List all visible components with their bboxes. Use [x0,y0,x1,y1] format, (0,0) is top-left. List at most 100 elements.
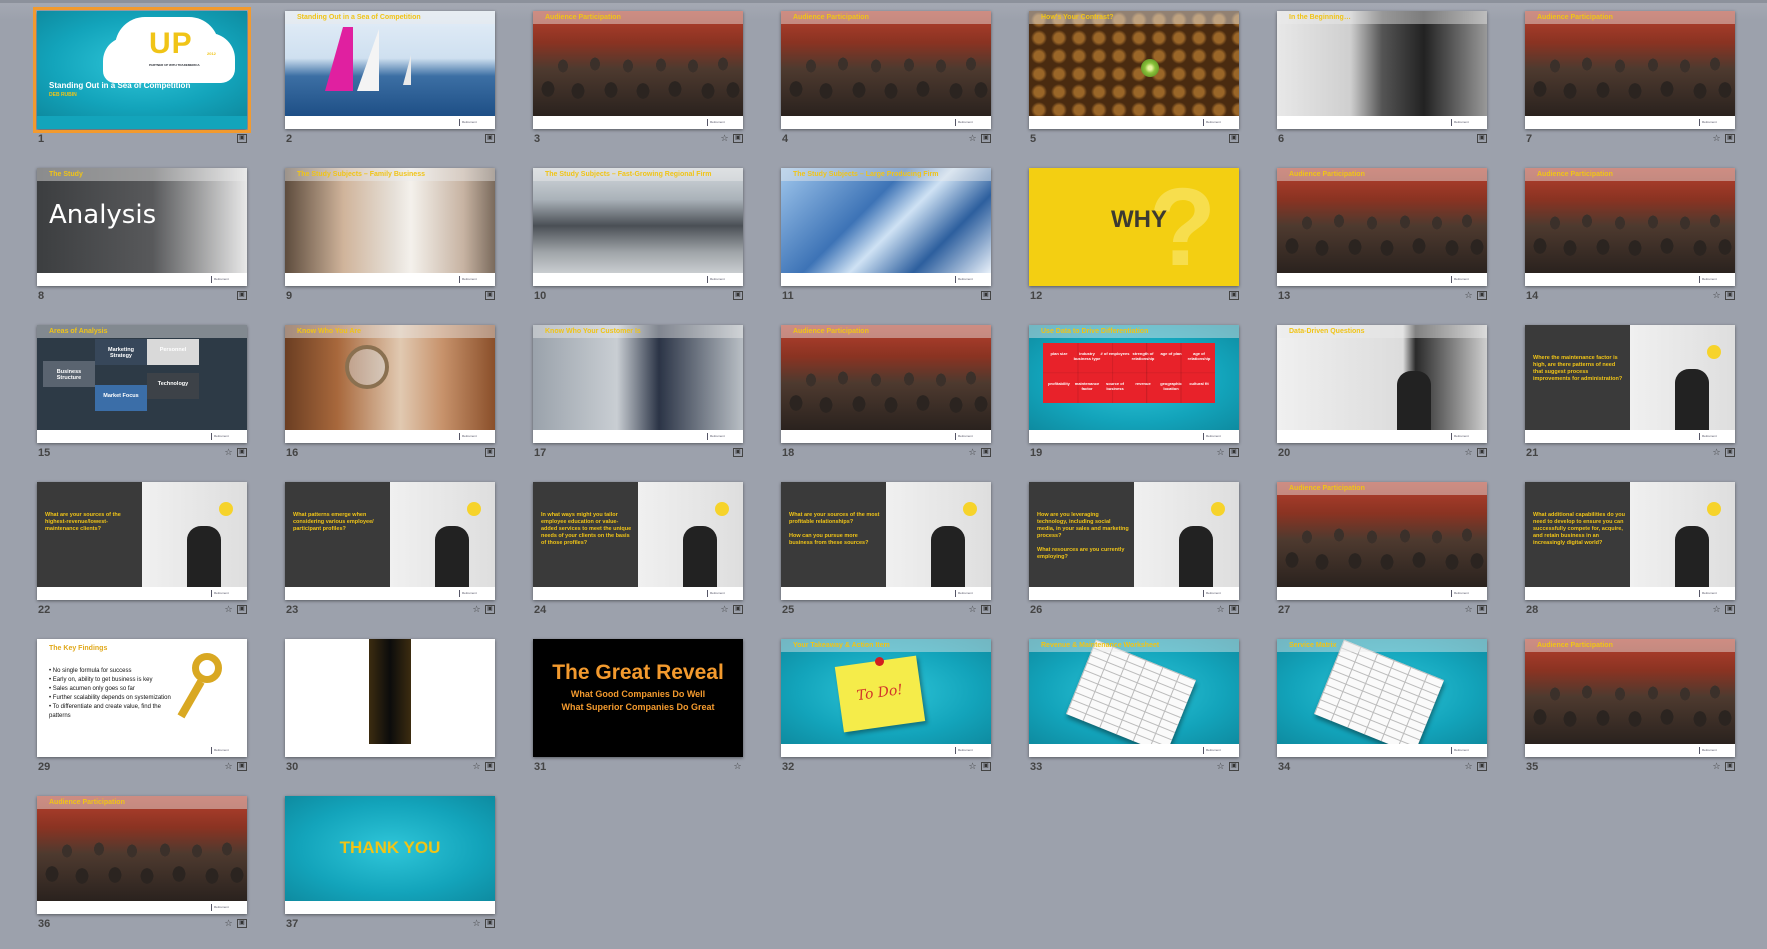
slide-icon[interactable]: ▣ [981,291,991,300]
slide-preview[interactable]: What are your sources of the most profit… [781,482,991,600]
slide-thumbnail-10[interactable]: The Study Subjects – Fast-Growing Region… [533,168,743,308]
star-icon[interactable]: ☆ [1215,447,1226,458]
slide-icon[interactable]: ▣ [485,919,495,928]
slide-icon[interactable]: ▣ [237,919,247,928]
slide-preview[interactable] [285,639,495,757]
slide-preview[interactable]: Areas of Analysis Marketing Strategy Perso… [37,325,247,443]
star-icon[interactable]: ☆ [1463,290,1474,301]
slide-icon[interactable]: ▣ [733,448,743,457]
star-icon[interactable]: ☆ [1463,447,1474,458]
slide-icon[interactable]: ▣ [1477,134,1487,143]
star-icon[interactable]: ☆ [719,133,730,144]
slide-thumbnail-32[interactable]: Your Takeaway & Action Item To Do! Retirem… [781,639,991,779]
slide-icon[interactable]: ▣ [981,762,991,771]
slide-thumbnail-12[interactable]: ? WHY 12 ▣ [1029,168,1239,308]
slide-thumbnail-14[interactable]: Audience Participation Retirement 14 ☆ ▣ [1525,168,1735,308]
slide-preview[interactable]: Audience Participation Retirement [781,325,991,443]
slide-preview[interactable]: Data-Driven Questions Retirement [1277,325,1487,443]
slide-thumbnail-2[interactable]: Standing Out in a Sea of Competition Reti… [285,11,495,151]
slide-preview[interactable]: How are you leveraging technology, inclu… [1029,482,1239,600]
star-icon[interactable]: ☆ [719,604,730,615]
star-icon[interactable]: ☆ [223,761,234,772]
slide-icon[interactable]: ▣ [1477,291,1487,300]
slide-thumbnail-31[interactable]: The Great Reveal What Good Companies Do W… [533,639,743,779]
slide-icon[interactable]: ▣ [237,134,247,143]
slide-preview[interactable]: Service Matrix Retirement [1277,639,1487,757]
slide-icon[interactable]: ▣ [237,448,247,457]
slide-preview[interactable]: THANK YOU [285,796,495,914]
slide-thumbnail-9[interactable]: The Study Subjects – Family Business Reti… [285,168,495,308]
star-icon[interactable]: ☆ [1711,133,1722,144]
star-icon[interactable]: ☆ [223,447,234,458]
slide-icon[interactable]: ▣ [733,605,743,614]
slide-thumbnail-5[interactable]: How's Your Contrast? Retirement 5 ▣ [1029,11,1239,151]
slide-preview[interactable]: In what ways might you tailor employee e… [533,482,743,600]
slide-icon[interactable]: ▣ [237,762,247,771]
slide-icon[interactable]: ▣ [981,134,991,143]
star-icon[interactable]: ☆ [967,133,978,144]
slide-thumbnail-21[interactable]: Where the maintenance factor is high, ar… [1525,325,1735,465]
slide-icon[interactable]: ▣ [1477,762,1487,771]
slide-preview[interactable]: What additional capabilities do you need… [1525,482,1735,600]
slide-icon[interactable]: ▣ [485,448,495,457]
slide-preview[interactable]: Know Who Your Customer Is Retirement [533,325,743,443]
slide-preview[interactable]: The Study Subjects – Large Producing Fir… [781,168,991,286]
slide-icon[interactable]: ▣ [981,448,991,457]
slide-icon[interactable]: ▣ [1725,134,1735,143]
slide-preview[interactable]: The Great Reveal What Good Companies Do W… [533,639,743,757]
slide-thumbnail-29[interactable]: The Key Findings No single formula for su… [37,639,247,779]
star-icon[interactable]: ☆ [732,761,743,772]
slide-thumbnail-30[interactable]: 30 ☆ ▣ [285,639,495,779]
slide-preview[interactable]: How's Your Contrast? Retirement [1029,11,1239,129]
slide-icon[interactable]: ▣ [1477,605,1487,614]
slide-preview[interactable]: Revenue & Maintenance Worksheet Retiremen… [1029,639,1239,757]
slide-icon[interactable]: ▣ [237,605,247,614]
slide-thumbnail-17[interactable]: Know Who Your Customer Is Retirement 17 ▣ [533,325,743,465]
slide-preview[interactable]: UP 2012 PARTNER UP WITH TRADEMERICA Standin… [33,7,251,133]
slide-icon[interactable]: ▣ [1229,762,1239,771]
star-icon[interactable]: ☆ [223,918,234,929]
slide-preview[interactable]: The Study Subjects – Fast-Growing Region… [533,168,743,286]
slide-thumbnail-11[interactable]: The Study Subjects – Large Producing Fir… [781,168,991,308]
slide-icon[interactable]: ▣ [1229,134,1239,143]
slide-icon[interactable]: ▣ [485,762,495,771]
slide-thumbnail-1[interactable]: UP 2012 PARTNER UP WITH TRADEMERICA Standin… [33,7,251,151]
slide-icon[interactable]: ▣ [1725,605,1735,614]
star-icon[interactable]: ☆ [1711,447,1722,458]
slide-preview[interactable]: Audience Participation Retirement [533,11,743,129]
slide-icon[interactable]: ▣ [1725,762,1735,771]
slide-preview[interactable]: Audience Participation Retirement [1525,11,1735,129]
slide-preview[interactable]: Standing Out in a Sea of Competition Reti… [285,11,495,129]
slide-thumbnail-20[interactable]: Data-Driven Questions Retirement 20 ☆ ▣ [1277,325,1487,465]
star-icon[interactable]: ☆ [967,761,978,772]
slide-preview[interactable]: Audience Participation Retirement [1525,168,1735,286]
slide-preview[interactable]: In the Beginning… Retirement [1277,11,1487,129]
star-icon[interactable]: ☆ [967,604,978,615]
slide-icon[interactable]: ▣ [1229,605,1239,614]
slide-icon[interactable]: ▣ [485,605,495,614]
slide-preview[interactable]: The Study Analysis Retirement [37,168,247,286]
slide-thumbnail-27[interactable]: Audience Participation Retirement 27 ☆ ▣ [1277,482,1487,622]
slide-preview[interactable]: Your Takeaway & Action Item To Do! Retirem… [781,639,991,757]
slide-thumbnail-34[interactable]: Service Matrix Retirement 34 ☆ ▣ [1277,639,1487,779]
slide-icon[interactable]: ▣ [733,134,743,143]
slide-icon[interactable]: ▣ [1229,448,1239,457]
slide-icon[interactable]: ▣ [1229,291,1239,300]
slide-thumbnail-33[interactable]: Revenue & Maintenance Worksheet Retiremen… [1029,639,1239,779]
slide-icon[interactable]: ▣ [1725,291,1735,300]
slide-preview[interactable]: What patterns emerge when considering va… [285,482,495,600]
star-icon[interactable]: ☆ [1711,604,1722,615]
slide-thumbnail-36[interactable]: Audience Participation Retirement 36 ☆ ▣ [37,796,247,936]
star-icon[interactable]: ☆ [1711,290,1722,301]
star-icon[interactable]: ☆ [967,447,978,458]
slide-thumbnail-28[interactable]: What additional capabilities do you need… [1525,482,1735,622]
slide-preview[interactable]: Know Who You Are Retirement [285,325,495,443]
slide-preview[interactable]: Use Data to Drive Differentiation plan si… [1029,325,1239,443]
slide-thumbnail-15[interactable]: Areas of Analysis Marketing Strategy Perso… [37,325,247,465]
slide-preview[interactable]: Audience Participation Retirement [1277,168,1487,286]
slide-thumbnail-16[interactable]: Know Who You Are Retirement 16 ▣ [285,325,495,465]
star-icon[interactable]: ☆ [471,761,482,772]
slide-icon[interactable]: ▣ [485,291,495,300]
slide-thumbnail-3[interactable]: Audience Participation Retirement 3 ☆ ▣ [533,11,743,151]
slide-preview[interactable]: Audience Participation Retirement [1525,639,1735,757]
